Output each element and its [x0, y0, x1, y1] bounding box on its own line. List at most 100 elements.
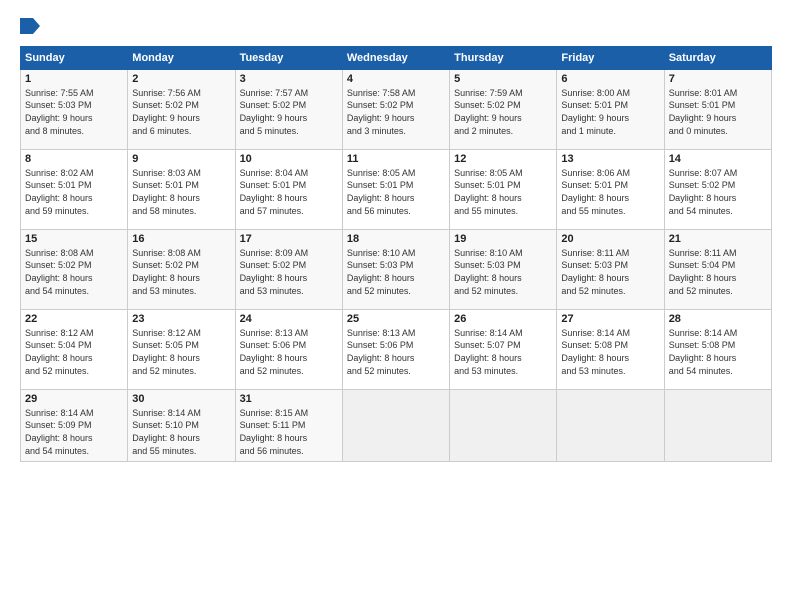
day-info: Sunrise: 8:14 AM Sunset: 5:07 PM Dayligh…	[454, 327, 552, 377]
calendar-cell: 28 Sunrise: 8:14 AM Sunset: 5:08 PM Dayli…	[664, 309, 771, 389]
day-number: 13	[561, 153, 659, 165]
day-number: 7	[669, 73, 767, 85]
calendar-cell: 12 Sunrise: 8:05 AM Sunset: 5:01 PM Dayli…	[450, 149, 557, 229]
day-info: Sunrise: 8:04 AM Sunset: 5:01 PM Dayligh…	[240, 167, 338, 217]
calendar-cell: 3 Sunrise: 7:57 AM Sunset: 5:02 PM Daylig…	[235, 69, 342, 149]
day-info: Sunrise: 8:14 AM Sunset: 5:10 PM Dayligh…	[132, 407, 230, 457]
calendar-cell: 30 Sunrise: 8:14 AM Sunset: 5:10 PM Dayli…	[128, 389, 235, 461]
calendar-table: SundayMondayTuesdayWednesdayThursdayFrid…	[20, 46, 772, 462]
calendar-cell: 15Sunrise: 8:08 AM Sunset: 5:02 PM Dayli…	[21, 229, 128, 309]
weekday-header-tuesday: Tuesday	[235, 46, 342, 69]
weekday-header-thursday: Thursday	[450, 46, 557, 69]
logo-arrow-icon	[20, 18, 40, 34]
day-info: Sunrise: 8:14 AM Sunset: 5:08 PM Dayligh…	[669, 327, 767, 377]
day-info: Sunrise: 8:03 AM Sunset: 5:01 PM Dayligh…	[132, 167, 230, 217]
calendar-week-5: 29 Sunrise: 8:14 AM Sunset: 5:09 PM Dayli…	[21, 389, 772, 461]
calendar-cell: 27 Sunrise: 8:14 AM Sunset: 5:08 PM Dayli…	[557, 309, 664, 389]
day-number: 2	[132, 73, 230, 85]
calendar-cell: 21 Sunrise: 8:11 AM Sunset: 5:04 PM Dayli…	[664, 229, 771, 309]
header	[20, 16, 772, 36]
day-number: 24	[240, 313, 338, 325]
calendar-cell	[557, 389, 664, 461]
calendar-cell: 10 Sunrise: 8:04 AM Sunset: 5:01 PM Dayli…	[235, 149, 342, 229]
day-number: 3	[240, 73, 338, 85]
day-info: Sunrise: 8:09 AM Sunset: 5:02 PM Dayligh…	[240, 247, 338, 297]
day-number: 1	[25, 73, 123, 85]
day-number: 20	[561, 233, 659, 245]
weekday-header-wednesday: Wednesday	[342, 46, 449, 69]
calendar-cell: 11Sunrise: 8:05 AM Sunset: 5:01 PM Dayli…	[342, 149, 449, 229]
day-info: Sunrise: 7:59 AM Sunset: 5:02 PM Dayligh…	[454, 87, 552, 137]
calendar-week-2: 8 Sunrise: 8:02 AM Sunset: 5:01 PM Daylig…	[21, 149, 772, 229]
calendar-cell: 9 Sunrise: 8:03 AM Sunset: 5:01 PM Daylig…	[128, 149, 235, 229]
day-number: 10	[240, 153, 338, 165]
day-info: Sunrise: 8:10 AM Sunset: 5:03 PM Dayligh…	[347, 247, 445, 297]
weekday-header-sunday: Sunday	[21, 46, 128, 69]
calendar-cell: 18Sunrise: 8:10 AM Sunset: 5:03 PM Dayli…	[342, 229, 449, 309]
day-info: Sunrise: 8:07 AM Sunset: 5:02 PM Dayligh…	[669, 167, 767, 217]
day-number: 21	[669, 233, 767, 245]
day-number: 14	[669, 153, 767, 165]
day-number: 8	[25, 153, 123, 165]
calendar-cell: 31 Sunrise: 8:15 AM Sunset: 5:11 PM Dayli…	[235, 389, 342, 461]
day-info: Sunrise: 8:13 AM Sunset: 5:06 PM Dayligh…	[240, 327, 338, 377]
calendar-week-3: 15Sunrise: 8:08 AM Sunset: 5:02 PM Dayli…	[21, 229, 772, 309]
day-number: 6	[561, 73, 659, 85]
day-number: 30	[132, 393, 230, 405]
calendar-cell	[450, 389, 557, 461]
calendar-cell: 22Sunrise: 8:12 AM Sunset: 5:04 PM Dayli…	[21, 309, 128, 389]
calendar-cell: 4Sunrise: 7:58 AM Sunset: 5:02 PM Daylig…	[342, 69, 449, 149]
day-number: 5	[454, 73, 552, 85]
calendar-cell: 13Sunrise: 8:06 AM Sunset: 5:01 PM Dayli…	[557, 149, 664, 229]
calendar-cell: 2 Sunrise: 7:56 AM Sunset: 5:02 PM Daylig…	[128, 69, 235, 149]
weekday-header-row: SundayMondayTuesdayWednesdayThursdayFrid…	[21, 46, 772, 69]
calendar-cell: 24 Sunrise: 8:13 AM Sunset: 5:06 PM Dayli…	[235, 309, 342, 389]
day-number: 19	[454, 233, 552, 245]
calendar-cell: 26 Sunrise: 8:14 AM Sunset: 5:07 PM Dayli…	[450, 309, 557, 389]
day-info: Sunrise: 8:14 AM Sunset: 5:08 PM Dayligh…	[561, 327, 659, 377]
day-info: Sunrise: 8:11 AM Sunset: 5:03 PM Dayligh…	[561, 247, 659, 297]
day-number: 26	[454, 313, 552, 325]
day-info: Sunrise: 8:01 AM Sunset: 5:01 PM Dayligh…	[669, 87, 767, 137]
day-info: Sunrise: 7:56 AM Sunset: 5:02 PM Dayligh…	[132, 87, 230, 137]
calendar-cell: 6 Sunrise: 8:00 AM Sunset: 5:01 PM Daylig…	[557, 69, 664, 149]
day-number: 12	[454, 153, 552, 165]
day-info: Sunrise: 8:12 AM Sunset: 5:05 PM Dayligh…	[132, 327, 230, 377]
day-info: Sunrise: 7:57 AM Sunset: 5:02 PM Dayligh…	[240, 87, 338, 137]
day-info: Sunrise: 8:14 AM Sunset: 5:09 PM Dayligh…	[25, 407, 123, 457]
day-info: Sunrise: 8:11 AM Sunset: 5:04 PM Dayligh…	[669, 247, 767, 297]
day-info: Sunrise: 8:00 AM Sunset: 5:01 PM Dayligh…	[561, 87, 659, 137]
calendar-cell: 23Sunrise: 8:12 AM Sunset: 5:05 PM Dayli…	[128, 309, 235, 389]
day-number: 27	[561, 313, 659, 325]
day-number: 25	[347, 313, 445, 325]
day-info: Sunrise: 8:10 AM Sunset: 5:03 PM Dayligh…	[454, 247, 552, 297]
day-number: 4	[347, 73, 445, 85]
calendar-cell: 5 Sunrise: 7:59 AM Sunset: 5:02 PM Daylig…	[450, 69, 557, 149]
day-number: 31	[240, 393, 338, 405]
calendar-week-1: 1 Sunrise: 7:55 AM Sunset: 5:03 PM Daylig…	[21, 69, 772, 149]
calendar-cell: 29 Sunrise: 8:14 AM Sunset: 5:09 PM Dayli…	[21, 389, 128, 461]
day-number: 9	[132, 153, 230, 165]
day-info: Sunrise: 8:05 AM Sunset: 5:01 PM Dayligh…	[454, 167, 552, 217]
weekday-header-friday: Friday	[557, 46, 664, 69]
logo-general	[20, 16, 40, 36]
day-info: Sunrise: 8:12 AM Sunset: 5:04 PM Dayligh…	[25, 327, 123, 377]
calendar-page: SundayMondayTuesdayWednesdayThursdayFrid…	[0, 0, 792, 612]
day-number: 29	[25, 393, 123, 405]
day-info: Sunrise: 8:08 AM Sunset: 5:02 PM Dayligh…	[25, 247, 123, 297]
day-info: Sunrise: 7:55 AM Sunset: 5:03 PM Dayligh…	[25, 87, 123, 137]
day-info: Sunrise: 8:02 AM Sunset: 5:01 PM Dayligh…	[25, 167, 123, 217]
day-number: 16	[132, 233, 230, 245]
calendar-cell: 16 Sunrise: 8:08 AM Sunset: 5:02 PM Dayli…	[128, 229, 235, 309]
logo	[20, 16, 40, 36]
day-number: 11	[347, 153, 445, 165]
calendar-cell: 20 Sunrise: 8:11 AM Sunset: 5:03 PM Dayli…	[557, 229, 664, 309]
day-info: Sunrise: 8:15 AM Sunset: 5:11 PM Dayligh…	[240, 407, 338, 457]
calendar-cell: 7 Sunrise: 8:01 AM Sunset: 5:01 PM Daylig…	[664, 69, 771, 149]
day-number: 28	[669, 313, 767, 325]
day-info: Sunrise: 8:13 AM Sunset: 5:06 PM Dayligh…	[347, 327, 445, 377]
calendar-cell: 17Sunrise: 8:09 AM Sunset: 5:02 PM Dayli…	[235, 229, 342, 309]
calendar-cell: 8 Sunrise: 8:02 AM Sunset: 5:01 PM Daylig…	[21, 149, 128, 229]
calendar-week-4: 22Sunrise: 8:12 AM Sunset: 5:04 PM Dayli…	[21, 309, 772, 389]
day-info: Sunrise: 8:08 AM Sunset: 5:02 PM Dayligh…	[132, 247, 230, 297]
